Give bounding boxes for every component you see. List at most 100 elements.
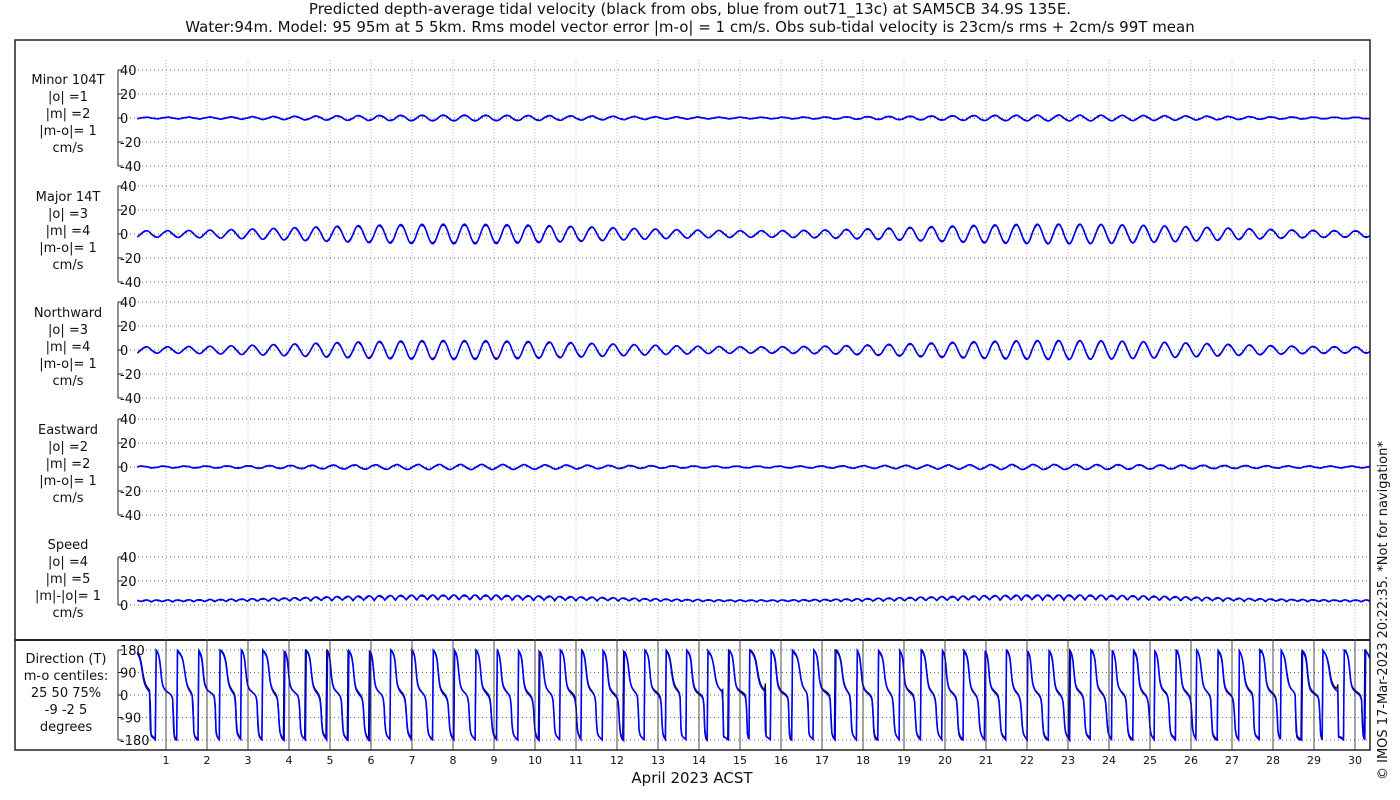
copyright-note: © IMOS 17-Mar-2023 20:22:35. *Not for na… [1376,441,1391,780]
panel-minor: Minor 104T |o| =1 |m| =2 |m-o|= 1 cm/s 40 20 0 -… [31,64,1370,175]
day-tick-label: 6 [368,754,375,767]
y-tick-label: -40 [120,509,141,524]
series-model-minor [137,114,1370,122]
panel-label-line: cm/s [53,258,84,273]
day-tick-label: 28 [1266,754,1280,767]
panel-major: Major 14T |o| =3 |m| =4 |m-o|= 1 cm/s 40 20 0 -2… [36,180,1371,291]
figure-frame [14,39,1371,751]
y-tick-label: 0 [120,228,128,243]
y-tick-label: 40 [120,180,137,195]
panel-label-line: degrees [40,720,93,735]
day-tick-label: 24 [1102,754,1116,767]
panel-label-line: |m-o|= 1 [39,357,97,372]
y-tick-label: 40 [120,413,137,428]
y-tick-label: 0 [120,344,128,359]
y-tick-label: -180 [120,734,150,749]
day-tick-label: 15 [733,754,747,767]
y-tick-label: 20 [120,320,137,335]
day-tick-label: 8 [450,754,457,767]
y-tick-label: -40 [120,276,141,291]
panel-label-line: cm/s [53,374,84,389]
y-tick-label: 20 [120,437,137,452]
day-tick-label: 22 [1020,754,1034,767]
title-line-1: Predicted depth-average tidal velocity (… [309,0,1071,19]
panel-label-line: Northward [34,306,102,321]
day-tick-label: 29 [1307,754,1321,767]
panel-east: Eastward |o| =2 |m| =2 |m-o|= 1 cm/s 40 20 0 -20… [38,413,1370,524]
y-tick-label: -20 [120,368,141,383]
panel-label-line: Direction (T) [26,652,107,667]
day-tick-label: 1 [163,754,170,767]
day-tick-label: 25 [1143,754,1157,767]
panel-label-line: |m-o|= 1 [39,241,97,256]
y-tick-label: 20 [120,204,137,219]
panel-label-line: |o| =4 [48,555,88,570]
series-model-speed [137,594,1371,603]
day-tick-label: 26 [1184,754,1198,767]
day-tick-label: 13 [651,754,665,767]
day-tick-label: 30 [1348,754,1362,767]
title-line-2: Water:94m. Model: 95 95m at 5 5km. Rms m… [185,18,1194,36]
y-tick-label: 0 [120,599,128,614]
day-tick-label: 7 [409,754,416,767]
y-tick-label: 90 [120,667,137,682]
day-tick-label: 3 [245,754,252,767]
day-tick-label: 5 [327,754,334,767]
panel-label-line: |m| =4 [46,340,91,355]
day-tick-label: 21 [979,754,993,767]
panel-label-line: |m| =2 [46,457,91,472]
panel-north: Northward |o| =3 |m| =4 |m-o|= 1 cm/s 40 20 0 -2… [34,296,1371,407]
panel-label-line: |m-o|= 1 [39,124,97,139]
day-tick-label: 11 [569,754,583,767]
y-tick-label: 0 [120,461,128,476]
panel-label-line: |m| =4 [46,224,91,239]
day-tick-label: 16 [774,754,788,767]
y-tick-label: 40 [120,64,137,79]
panel-label-line: -9 -2 5 [45,703,87,718]
panel-label-line: |o| =3 [48,207,88,222]
panel-label-line: |m-o|= 1 [39,474,97,489]
panel-label-line: cm/s [53,141,84,156]
panel-direction: Direction (T) m-o centiles: 25 50 75% -9 -2… [24,644,1371,749]
y-tick-label: 20 [120,575,137,590]
day-tick-label: 27 [1225,754,1239,767]
y-tick-label: -20 [120,136,141,151]
y-tick-label: -20 [120,485,141,500]
panel-label-line: Major 14T [36,190,101,205]
panel-label-line: |o| =2 [48,440,88,455]
y-tick-label: 40 [120,551,137,566]
day-tick-label: 18 [856,754,870,767]
day-tick-label: 20 [938,754,952,767]
y-tick-label: 180 [120,644,145,659]
y-tick-label: -40 [120,392,141,407]
day-tick-label: 9 [491,754,498,767]
y-tick-label: 0 [120,689,128,704]
x-axis-label: April 2023 ACST [631,769,753,787]
y-tick-label: -40 [120,160,141,175]
panel-speed: Speed |o| =4 |m| =5 |m|-|o|= 1 cm/s 40 20 0 [35,538,1371,621]
day-tick-label: 17 [815,754,829,767]
y-tick-label: 0 [120,112,128,127]
panel-label-line: cm/s [53,606,84,621]
panel-label-line: |m| =5 [46,572,91,587]
panel-label-line: 25 50 75% [31,686,101,701]
panel-label-line: m-o centiles: [24,669,109,684]
panel-label-line: Speed [48,538,89,553]
panel-label-line: Eastward [38,423,98,438]
y-tick-label: 40 [120,296,137,311]
tidal-velocity-figure: Predicted depth-average tidal velocity (… [14,0,1391,787]
day-tick-label: 14 [692,754,706,767]
day-tick-label: 4 [286,754,293,767]
panel-label-line: |m| =2 [46,107,91,122]
y-tick-label: 20 [120,88,137,103]
panel-label-line: |m|-|o|= 1 [35,589,101,604]
panel-label-line: |o| =3 [48,323,88,338]
panel-label-line: cm/s [53,491,84,506]
y-tick-label: -20 [120,252,141,267]
day-tick-label: 23 [1061,754,1075,767]
panel-label-line: |o| =1 [48,90,88,105]
panel-label-line: Minor 104T [31,73,104,88]
day-tick-label: 10 [528,754,542,767]
day-tick-label: 2 [204,754,211,767]
y-tick-label: -90 [120,712,141,727]
